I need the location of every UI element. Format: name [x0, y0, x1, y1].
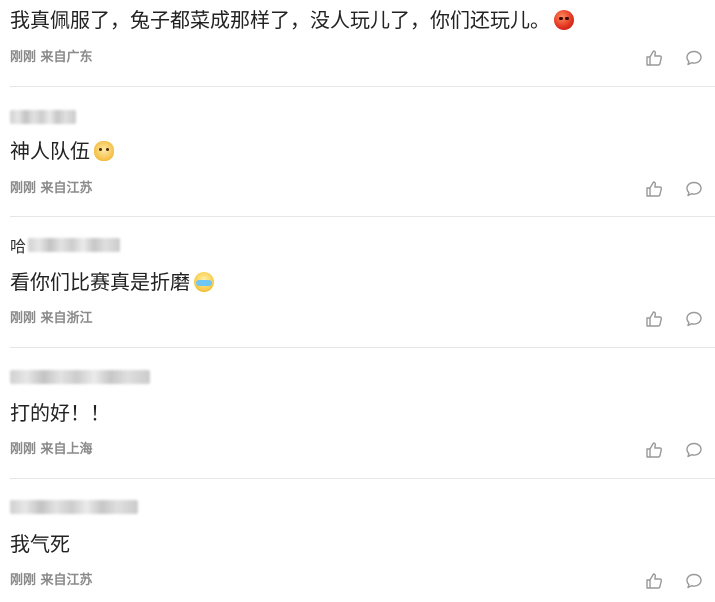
- comment-meta: 刚刚 来自浙江: [10, 310, 93, 328]
- comment-meta: 刚刚 来自江苏: [10, 572, 93, 590]
- comment-time: 刚刚: [10, 573, 37, 588]
- comment-location: 来自江苏: [40, 181, 93, 196]
- comment-meta: 刚刚 来自广东: [10, 49, 93, 67]
- comment-text: 看你们比赛真是折磨: [10, 268, 214, 296]
- divider: [10, 86, 715, 87]
- blurred-username: [10, 370, 150, 384]
- username[interactable]: 哈: [10, 235, 121, 256]
- speech-bubble-icon: [686, 311, 702, 327]
- comment-actions: [645, 572, 703, 590]
- divider: [10, 478, 715, 479]
- dog-face-emoji-icon: [94, 141, 114, 161]
- blurred-username: [10, 500, 138, 514]
- speech-bubble-icon: [686, 573, 702, 589]
- thumbs-up-icon: [646, 442, 663, 458]
- comment-meta: 刚刚 来自江苏: [10, 180, 93, 198]
- comment-time: 刚刚: [10, 442, 37, 457]
- comment-location: 来自广东: [40, 50, 93, 65]
- comment-actions: [645, 441, 703, 459]
- comment-text: 打的好！！: [10, 401, 110, 425]
- reply-button[interactable]: [685, 441, 703, 459]
- comment-location: 来自江苏: [40, 573, 93, 588]
- reply-button[interactable]: [685, 49, 703, 67]
- speech-bubble-icon: [686, 50, 702, 66]
- reply-button[interactable]: [685, 310, 703, 328]
- divider: [10, 216, 715, 217]
- comment-location: 来自浙江: [40, 311, 93, 326]
- comment-actions: [645, 310, 703, 328]
- like-button[interactable]: [645, 180, 663, 198]
- like-button[interactable]: [645, 572, 663, 590]
- crying-face-emoji-icon: [194, 272, 214, 292]
- blurred-username: [28, 238, 121, 252]
- like-button[interactable]: [645, 310, 663, 328]
- speech-bubble-icon: [686, 442, 702, 458]
- comment-text: 我真佩服了，兔子都菜成那样了，没人玩儿了，你们还玩儿。: [10, 6, 574, 34]
- comment-text: 神人队伍: [10, 137, 114, 165]
- comment-time: 刚刚: [10, 181, 37, 196]
- blurred-username: [10, 110, 76, 124]
- comment-time: 刚刚: [10, 311, 37, 326]
- thumbs-up-icon: [646, 50, 663, 66]
- speech-bubble-icon: [686, 181, 702, 197]
- username[interactable]: [10, 107, 76, 127]
- comment-text: 我气死: [10, 532, 70, 556]
- reply-button[interactable]: [685, 572, 703, 590]
- comment-location: 来自上海: [40, 442, 93, 457]
- divider: [10, 347, 715, 348]
- thumbs-up-icon: [646, 311, 663, 327]
- thumbs-up-icon: [646, 573, 663, 589]
- comment-actions: [645, 180, 703, 198]
- reply-button[interactable]: [685, 180, 703, 198]
- comment-actions: [645, 49, 703, 67]
- like-button[interactable]: [645, 49, 663, 67]
- red-face-emoji-icon: [554, 10, 574, 30]
- username[interactable]: [10, 367, 150, 387]
- comment-time: 刚刚: [10, 50, 37, 65]
- like-button[interactable]: [645, 441, 663, 459]
- username[interactable]: [10, 497, 138, 517]
- username-visible-part: 哈: [10, 237, 27, 256]
- thumbs-up-icon: [646, 181, 663, 197]
- comment-meta: 刚刚 来自上海: [10, 441, 93, 459]
